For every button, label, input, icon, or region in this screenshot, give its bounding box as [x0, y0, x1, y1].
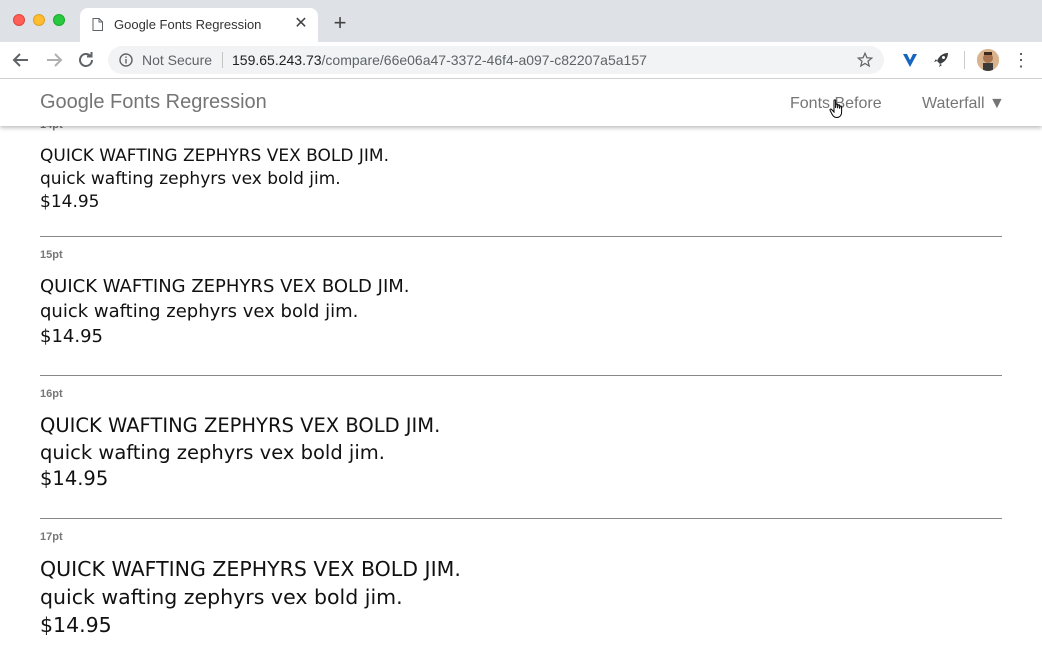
- avatar-image: [977, 49, 999, 71]
- avatar[interactable]: [977, 49, 999, 71]
- browser-toolbar: Not Secure 159.65.243.73/compare/66e06a4…: [0, 42, 1042, 79]
- hand-cursor-icon: [829, 99, 843, 119]
- size-label: 15pt: [40, 249, 63, 261]
- tab-close-icon[interactable]: ✕: [292, 14, 310, 34]
- sample-uppercase: QUICK WAFTING ZEPHYRS VEX BOLD JIM.: [40, 276, 410, 297]
- page-title: Google Fonts Regression: [40, 91, 267, 113]
- sample-uppercase: QUICK WAFTING ZEPHYRS VEX BOLD JIM.: [40, 414, 441, 437]
- page-content: Google Fonts Regression Fonts Before Wat…: [0, 79, 1042, 658]
- sample-price: $14.95: [40, 326, 103, 347]
- rocket-icon[interactable]: [931, 50, 951, 70]
- sample-lowercase: quick wafting zephyrs vex bold jim.: [40, 585, 403, 609]
- url-text[interactable]: 159.65.243.73/compare/66e06a47-3372-46f4…: [232, 52, 647, 68]
- window-titlebar: Google Fonts Regression ✕ +: [0, 0, 1042, 42]
- minimize-window-button[interactable]: [33, 14, 45, 26]
- app-header: Google Fonts Regression Fonts Before Wat…: [0, 79, 1042, 126]
- tab-title: Google Fonts Regression: [114, 17, 262, 32]
- sample-uppercase: QUICK WAFTING ZEPHYRS VEX BOLD JIM.: [40, 146, 389, 166]
- divider: [40, 518, 1002, 519]
- reload-icon[interactable]: [74, 48, 98, 72]
- size-label: 16pt: [40, 388, 63, 400]
- url-path: /compare/66e06a47-3372-46f4-a097-c82207a…: [321, 52, 647, 68]
- sample-lowercase: quick wafting zephyrs vex bold jim.: [40, 441, 385, 464]
- size-label: 17pt: [40, 531, 63, 543]
- address-separator: [222, 52, 223, 68]
- security-indicator[interactable]: Not Secure: [142, 52, 212, 68]
- close-window-button[interactable]: [13, 14, 25, 26]
- info-icon[interactable]: [119, 53, 133, 67]
- page-icon: [92, 18, 103, 31]
- new-tab-button[interactable]: +: [329, 12, 351, 34]
- extension-icon[interactable]: [900, 50, 920, 70]
- divider: [40, 375, 1002, 376]
- menu-dots-icon[interactable]: ⋮: [1012, 48, 1030, 72]
- sample-lowercase: quick wafting zephyrs vex bold jim.: [40, 169, 341, 189]
- toolbar-separator: [964, 51, 965, 69]
- browser-tab[interactable]: Google Fonts Regression ✕: [80, 8, 318, 42]
- sample-lowercase: quick wafting zephyrs vex bold jim.: [40, 301, 359, 322]
- sample-price: $14.95: [40, 467, 109, 490]
- sample-price: $14.95: [40, 192, 100, 212]
- url-host: 159.65.243.73: [232, 52, 322, 68]
- sample-uppercase: QUICK WAFTING ZEPHYRS VEX BOLD JIM.: [40, 557, 461, 581]
- back-arrow-icon[interactable]: [9, 48, 33, 72]
- sample-price: $14.95: [40, 613, 112, 637]
- maximize-window-button[interactable]: [53, 14, 65, 26]
- address-bar[interactable]: Not Secure 159.65.243.73/compare/66e06a4…: [108, 46, 884, 74]
- star-icon[interactable]: [856, 50, 874, 70]
- divider: [40, 236, 1002, 237]
- waterfall-dropdown[interactable]: Waterfall ▼: [922, 95, 1005, 113]
- forward-arrow-icon[interactable]: [42, 48, 66, 72]
